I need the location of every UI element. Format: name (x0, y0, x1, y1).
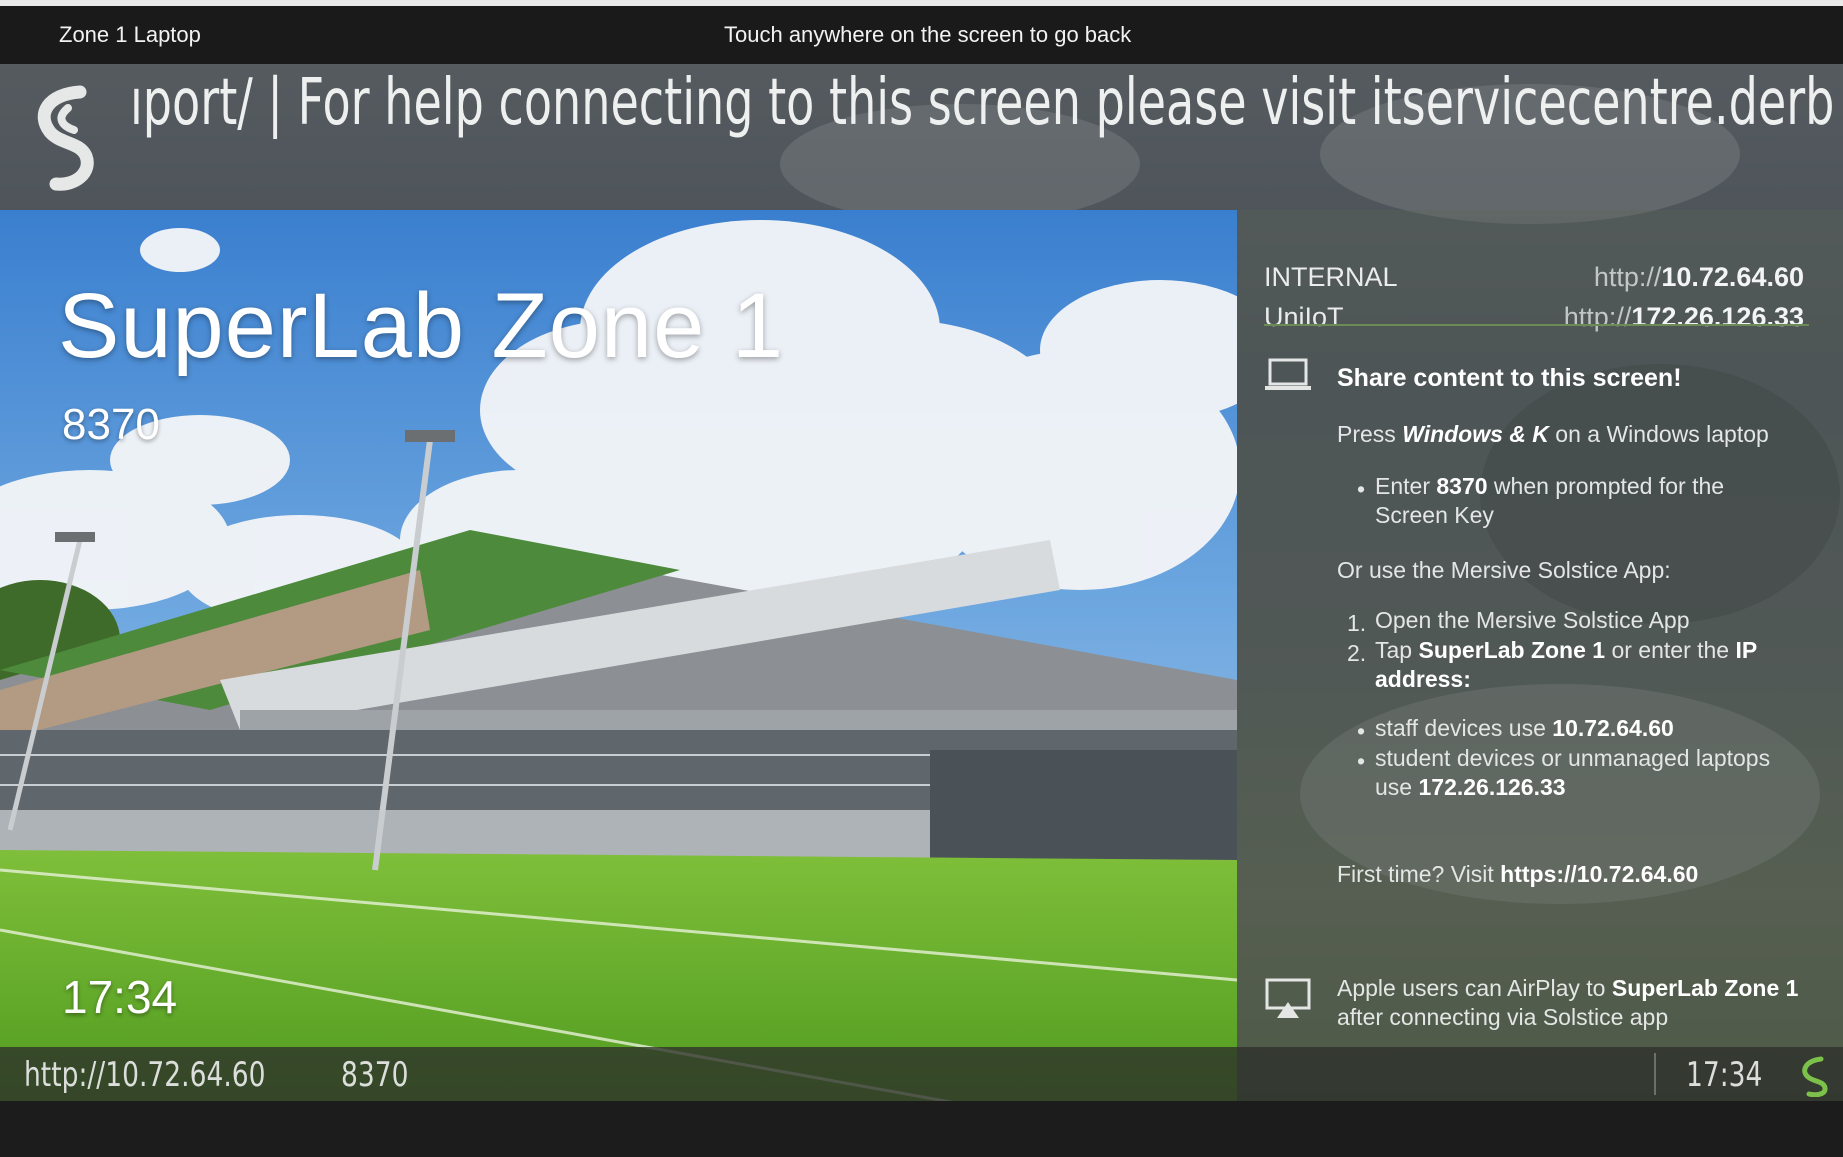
top-bar: Zone 1 Laptop Touch anywhere on the scre… (0, 6, 1843, 64)
bullet: • (1357, 476, 1366, 502)
network-address: http://172.26.126.33 (1563, 302, 1804, 332)
help-banner: ıport/ | For help connecting to this scr… (0, 64, 1843, 210)
solstice-logo-icon (1802, 1056, 1828, 1097)
status-time: 17:34 (1686, 1055, 1763, 1095)
windows-instruction: Press Windows & K on a Windows laptop (1337, 421, 1769, 447)
network-address: http://10.72.64.60 (1593, 262, 1804, 292)
room-name: SuperLab Zone 1 (58, 275, 784, 377)
bullet: • (1357, 718, 1366, 744)
step-1: Open the Mersive Solstice App (1375, 607, 1690, 633)
status-bar: http://10.72.64.60 8370 17:34 (0, 1047, 1843, 1101)
step-2: Tap SuperLab Zone 1 or enter the IP addre… (1375, 637, 1758, 692)
status-screen-key: 8370 (341, 1055, 409, 1095)
laptop-icon (1265, 358, 1311, 390)
first-time-link[interactable]: https://10.72.64.60 (1500, 861, 1698, 887)
status-url: http://10.72.64.60 (24, 1055, 266, 1095)
divider (1654, 1053, 1656, 1095)
share-heading: Share content to this screen! (1337, 364, 1682, 392)
clock: 17:34 (62, 971, 178, 1023)
step-number: 2. (1347, 640, 1367, 666)
bullet: • (1357, 748, 1366, 774)
go-back-hint[interactable]: Touch anywhere on the screen to go back (724, 22, 1131, 48)
step-number: 1. (1347, 610, 1367, 636)
airplay-instruction: Apple users can AirPlay to SuperLab Zone… (1337, 975, 1799, 1030)
staff-devices-instruction: staff devices use 10.72.64.60 (1375, 715, 1674, 741)
divider (1264, 324, 1809, 326)
connection-info-panel: INTERNAL http://10.72.64.60 UniIoT http:… (1237, 210, 1843, 1101)
solstice-app-intro: Or use the Mersive Solstice App: (1337, 557, 1671, 583)
solstice-logo-icon (37, 85, 94, 191)
bottom-bezel (0, 1101, 1843, 1157)
room-background-photo: SuperLab Zone 1 8370 17:34 (0, 210, 1237, 1101)
screen-key-instruction: Enter 8370 when prompted for the Screen K… (1375, 473, 1725, 528)
screen-key: 8370 (62, 400, 160, 449)
network-label: UniIoT (1264, 302, 1344, 332)
airplay-icon (1265, 978, 1311, 1018)
help-ticker-text: ıport/ | For help connecting to this scr… (130, 66, 1835, 140)
network-label: INTERNAL (1264, 262, 1398, 292)
first-time-instruction: First time? Visit https://10.72.64.60 (1337, 861, 1699, 887)
solstice-screen[interactable]: ıport/ | For help connecting to this scr… (0, 64, 1843, 1101)
device-label: Zone 1 Laptop (59, 22, 201, 47)
student-devices-instruction: student devices or unmanaged laptops use … (1375, 745, 1771, 800)
